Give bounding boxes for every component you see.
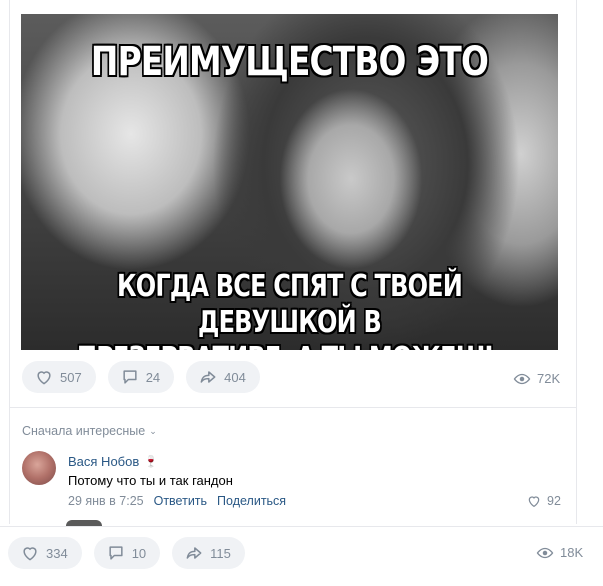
- views-count: 72K: [537, 371, 561, 386]
- comments-sort-dropdown[interactable]: Сначала интересные ⌄: [22, 424, 157, 438]
- like-count: 507: [60, 369, 82, 385]
- heart-icon: [23, 547, 37, 561]
- next-like-button[interactable]: 334: [8, 537, 82, 569]
- meme-bottom-line-1: КОГДА ВСЕ СПЯТ С ТВОЕЙ ДЕВУШКОЙ В: [116, 269, 463, 340]
- share-icon: [186, 547, 202, 559]
- post-views: 72K: [513, 371, 560, 386]
- comment-author[interactable]: Вася Нобов: [68, 454, 139, 469]
- next-views-count: 18K: [560, 545, 584, 560]
- comment-button[interactable]: 24: [107, 361, 175, 393]
- comment-like-count: 92: [547, 494, 561, 508]
- next-share-button[interactable]: 115: [172, 537, 245, 569]
- post-photo[interactable]: ПРЕИМУЩЕСТВО ЭТО КОГДА ВСЕ СПЯТ С ТВОЕЙ …: [21, 14, 558, 350]
- next-share-count: 115: [210, 545, 231, 561]
- wine-glass-icon: 🍷: [144, 456, 158, 468]
- next-like-count: 334: [46, 545, 68, 561]
- share-icon: [200, 371, 216, 383]
- reply-button[interactable]: Ответить: [154, 494, 207, 508]
- next-comment-button[interactable]: 10: [93, 537, 161, 569]
- comment-icon: [109, 546, 123, 560]
- chevron-down-icon: ⌄: [149, 425, 157, 436]
- sort-label: Сначала интересные: [22, 424, 146, 438]
- share-count: 404: [224, 369, 246, 385]
- eye-icon: [513, 373, 531, 384]
- next-post-views: 18K: [536, 545, 583, 560]
- eye-icon: [536, 547, 554, 558]
- comment-date[interactable]: 29 янв в 7:25: [68, 494, 144, 508]
- comment-text: Потому что ты и так гандон: [68, 473, 233, 488]
- post-divider: [9, 407, 577, 408]
- comment-count: 24: [145, 369, 161, 385]
- comment-meta: 29 янв в 7:25 Ответить Поделиться: [68, 494, 286, 508]
- share-button[interactable]: 404: [186, 361, 260, 393]
- next-post-actions: 334 10 115: [8, 537, 245, 569]
- meme-bottom-text: КОГДА ВСЕ СПЯТ С ТВОЕЙ ДЕВУШКОЙ В ПРЕЗЕР…: [75, 269, 505, 350]
- heart-icon: [528, 496, 540, 508]
- comment-author-row: Вася Нобов 🍷: [68, 454, 158, 469]
- comment-icon: [123, 370, 137, 384]
- meme-bottom-line-2: ПРЕЗЕРВАТИВЕ, А ТЫ МОЖЕШЬ БЕЗ: [75, 341, 505, 350]
- next-comment-count: 10: [131, 545, 147, 561]
- comment-like-button[interactable]: 92: [526, 493, 561, 509]
- comment-avatar[interactable]: [22, 451, 56, 485]
- heart-icon: [37, 371, 51, 385]
- comment-share-button[interactable]: Поделиться: [217, 494, 286, 508]
- meme-top-text: ПРЕИМУЩЕСТВО ЭТО: [90, 39, 489, 85]
- post-actions: 507 24 404: [22, 361, 260, 393]
- like-button[interactable]: 507: [22, 361, 96, 393]
